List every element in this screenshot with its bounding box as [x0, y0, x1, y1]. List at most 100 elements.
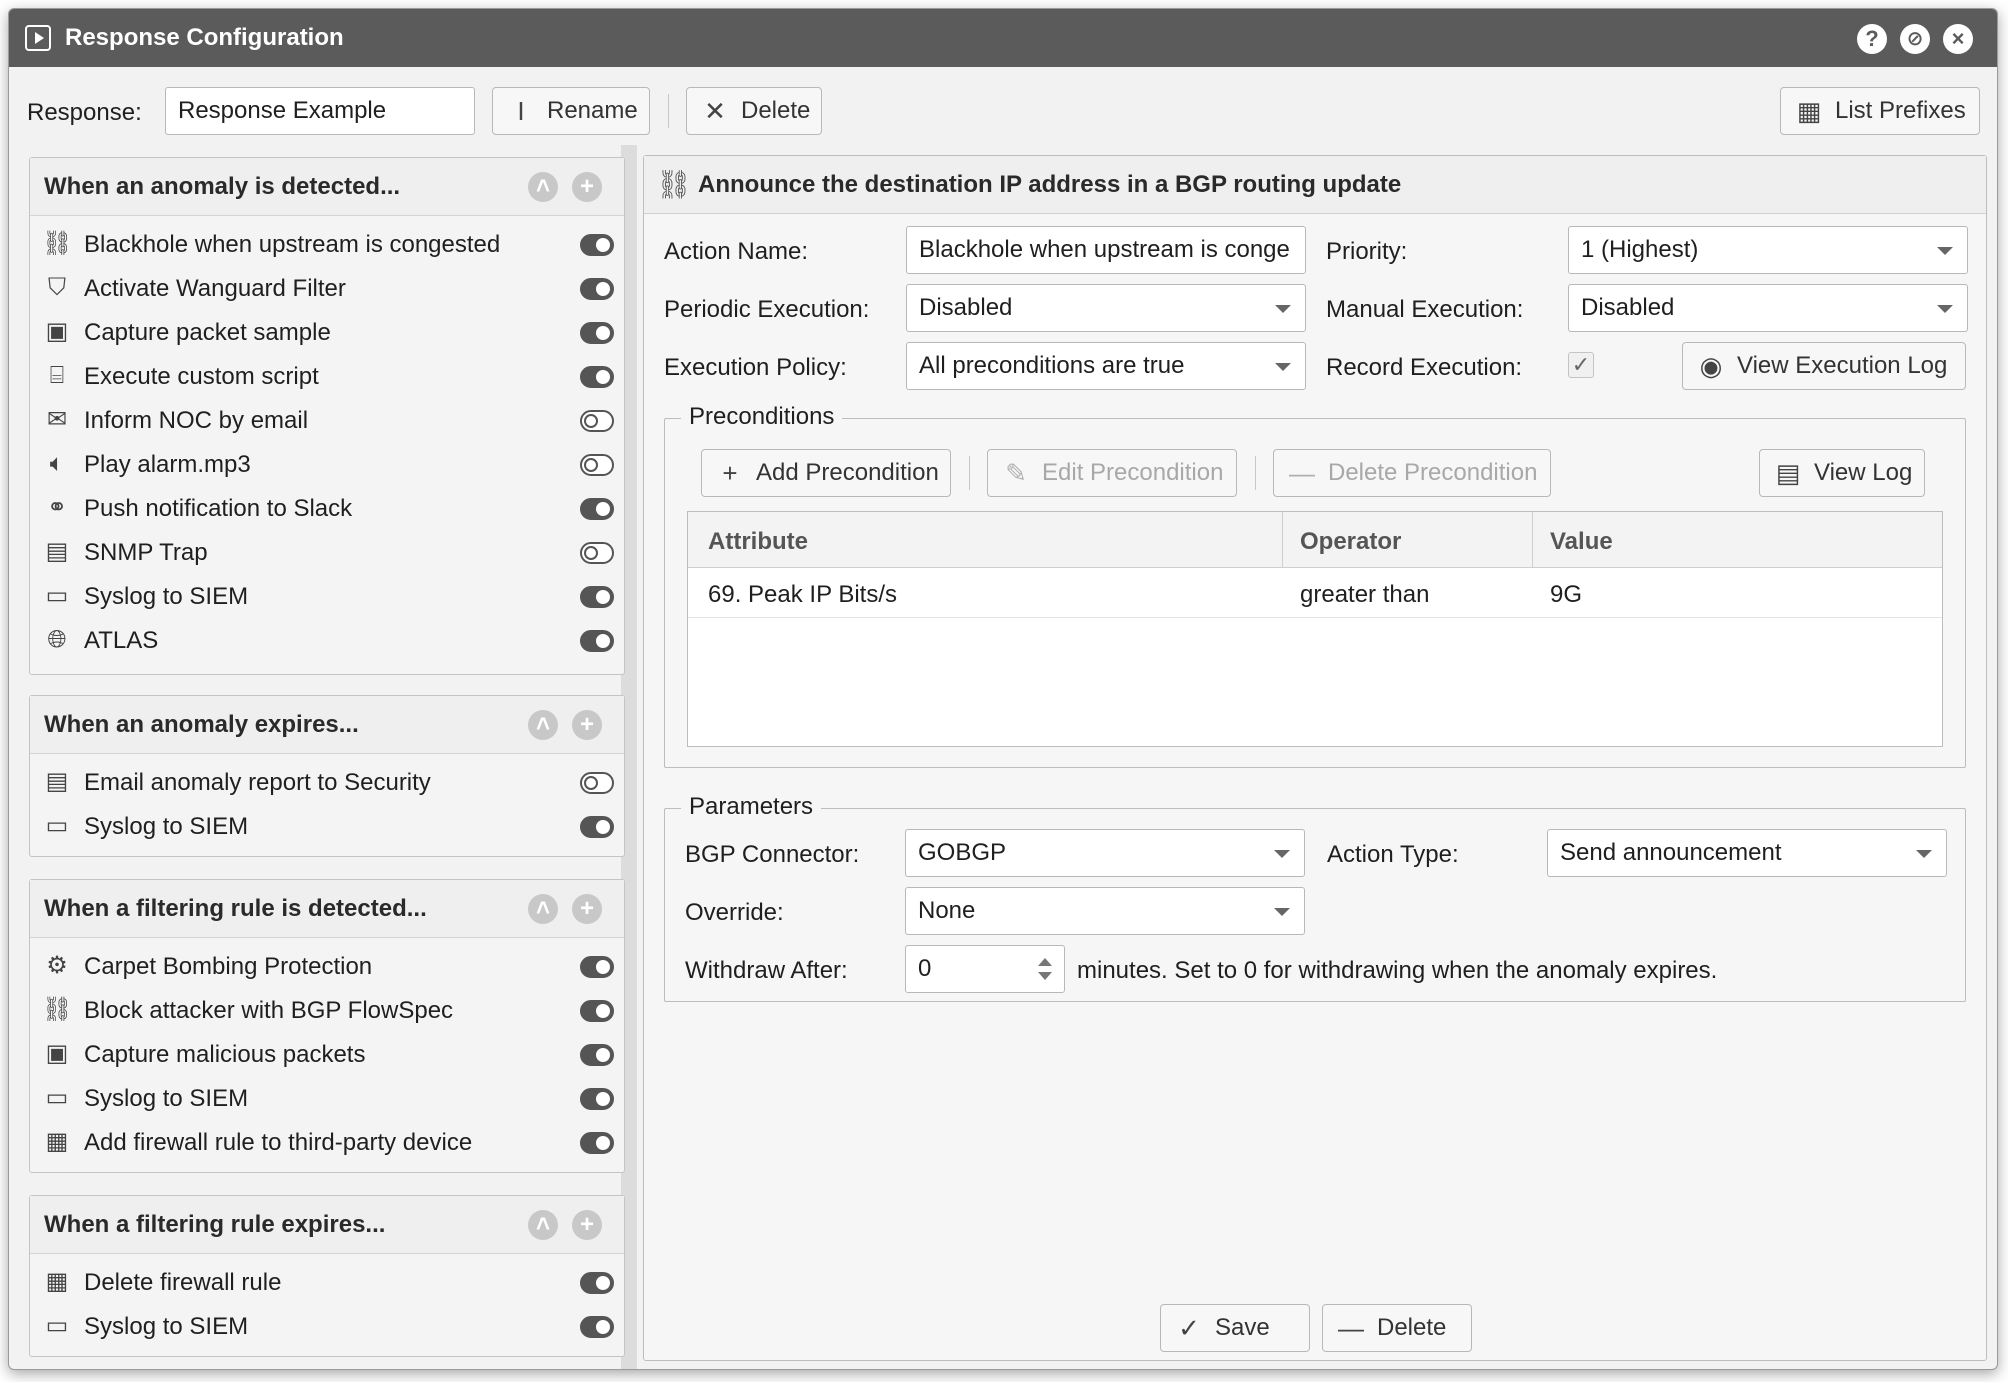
list-prefixes-button[interactable]: ▦ List Prefixes [1780, 87, 1980, 135]
group-header: When a filtering rule expires... ˄ + [30, 1196, 624, 1254]
list-item[interactable]: ⛓ Blackhole when upstream is congested [30, 222, 624, 266]
checkmark-icon: ✓ [1178, 1312, 1200, 1343]
list-item[interactable]: ▭ Syslog to SIEM [30, 804, 624, 848]
enable-toggle[interactable] [580, 366, 614, 388]
cell-value: 9G [1550, 581, 1583, 608]
enable-toggle[interactable] [580, 1088, 614, 1110]
list-item[interactable]: 🌐︎ ATLAS [30, 618, 624, 662]
enable-toggle[interactable] [580, 586, 614, 608]
item-label: Syslog to SIEM [84, 583, 249, 610]
list-item[interactable]: ▭ Syslog to SIEM [30, 1304, 624, 1348]
close-icon[interactable]: × [1943, 24, 1973, 54]
list-item[interactable]: ▣ Capture malicious packets [30, 1032, 624, 1076]
list-item[interactable]: ▤ SNMP Trap [30, 530, 624, 574]
override-label: Override: [685, 899, 784, 926]
view-execution-log-button[interactable]: ◉ View Execution Log [1682, 342, 1966, 390]
action-name-input[interactable]: Blackhole when upstream is conge [906, 226, 1306, 274]
delete-response-button[interactable]: ✕ Delete [686, 87, 822, 135]
manual-execution-label: Manual Execution: [1326, 296, 1524, 323]
list-item[interactable]: ⌸ Execute custom script [30, 354, 624, 398]
withdraw-after-stepper[interactable]: 0 [905, 945, 1065, 993]
enable-toggle[interactable] [580, 322, 614, 344]
minus-icon: — [1289, 457, 1315, 488]
override-select[interactable]: None [905, 887, 1305, 935]
enable-toggle[interactable] [580, 816, 614, 838]
collapse-icon[interactable]: ˄ [528, 1210, 558, 1240]
bgp-connector-select[interactable]: GOBGP [905, 829, 1305, 877]
cell-attribute: 69. Peak IP Bits/s [708, 581, 897, 608]
script-icon: ⌸ [49, 362, 65, 389]
enable-toggle[interactable] [580, 410, 614, 432]
save-button[interactable]: ✓ Save [1160, 1304, 1310, 1352]
enable-toggle[interactable] [580, 956, 614, 978]
list-item[interactable]: ▣ Capture packet sample [30, 310, 624, 354]
add-icon[interactable]: + [572, 172, 602, 202]
enable-toggle[interactable] [580, 1272, 614, 1294]
window-menu-icon[interactable] [25, 25, 51, 51]
column-divider[interactable] [1282, 512, 1283, 568]
priority-select[interactable]: 1 (Highest) [1568, 226, 1968, 274]
add-icon[interactable]: + [572, 1210, 602, 1240]
add-icon[interactable]: + [572, 894, 602, 924]
stepper-down-icon[interactable] [1038, 972, 1052, 980]
view-log-button[interactable]: ▤ View Log [1759, 449, 1925, 497]
enable-toggle[interactable] [580, 454, 614, 476]
collapse-icon[interactable]: ˄ [528, 172, 558, 202]
add-icon[interactable]: + [572, 710, 602, 740]
record-execution-checkbox[interactable]: ✓ [1568, 352, 1594, 378]
firewall-icon: ▦ [45, 1128, 69, 1155]
execution-policy-select[interactable]: All preconditions are true [906, 342, 1306, 390]
enable-toggle[interactable] [580, 234, 614, 256]
action-type-select[interactable]: Send announcement [1547, 829, 1947, 877]
rename-button[interactable]: I Rename [492, 87, 650, 135]
list-item[interactable]: ▭ Syslog to SIEM [30, 574, 624, 618]
help-icon[interactable]: ? [1857, 24, 1887, 54]
enable-toggle[interactable] [580, 1132, 614, 1154]
delete-action-label: Delete [1377, 1314, 1447, 1341]
periodic-execution-select[interactable]: Disabled [906, 284, 1306, 332]
list-item[interactable]: ✉ Inform NOC by email [30, 398, 624, 442]
item-label: Syslog to SIEM [84, 1313, 249, 1340]
column-header-attribute[interactable]: Attribute [708, 528, 808, 556]
list-item[interactable]: 🔈︎ Play alarm.mp3 [30, 442, 624, 486]
enable-toggle[interactable] [580, 278, 614, 300]
toolbar: Response: Response Example I Rename ✕ De… [9, 67, 1997, 143]
preconditions-fieldset: Preconditions + Add Precondition ✎ Edit … [664, 403, 1966, 768]
add-precondition-button[interactable]: + Add Precondition [701, 449, 951, 497]
group-anomaly-detected: When an anomaly is detected... ˄ + ⛓ Blac… [29, 157, 625, 675]
list-item[interactable]: ⛉ Activate Wanguard Filter [30, 266, 624, 310]
column-header-value[interactable]: Value [1550, 528, 1613, 556]
item-label: Capture malicious packets [84, 1041, 366, 1068]
column-header-operator[interactable]: Operator [1300, 528, 1401, 556]
list-item[interactable]: ⛓ Block attacker with BGP FlowSpec [30, 988, 624, 1032]
response-name-input[interactable]: Response Example [165, 87, 475, 135]
list-item[interactable]: ▦ Delete firewall rule [30, 1260, 624, 1304]
withdraw-after-value: 0 [918, 955, 932, 982]
enable-toggle[interactable] [580, 630, 614, 652]
enable-toggle[interactable] [580, 1044, 614, 1066]
delete-action-button[interactable]: — Delete [1322, 1304, 1472, 1352]
enable-toggle[interactable] [580, 1000, 614, 1022]
item-label: Play alarm.mp3 [84, 451, 251, 478]
list-item[interactable]: ▦ Add firewall rule to third-party device [30, 1120, 624, 1164]
collapse-icon[interactable]: ˄ [528, 894, 558, 924]
delete-precondition-button[interactable]: — Delete Precondition [1273, 449, 1551, 497]
manual-execution-select[interactable]: Disabled [1568, 284, 1968, 332]
edit-precondition-button[interactable]: ✎ Edit Precondition [987, 449, 1237, 497]
enable-toggle[interactable] [580, 772, 614, 794]
stepper-up-icon[interactable] [1038, 958, 1052, 966]
group-title: When an anomaly expires... [44, 711, 359, 738]
list-item[interactable]: ⚭ Push notification to Slack [30, 486, 624, 530]
list-item[interactable]: ▭ Syslog to SIEM [30, 1076, 624, 1120]
collapse-icon[interactable]: ˄ [528, 710, 558, 740]
enable-toggle[interactable] [580, 542, 614, 564]
list-item[interactable]: ⚙ Carpet Bombing Protection [30, 944, 624, 988]
list-item[interactable]: ▤ Email anomaly report to Security [30, 760, 624, 804]
enable-toggle[interactable] [580, 1316, 614, 1338]
action-type-label: Action Type: [1327, 841, 1459, 868]
enable-toggle[interactable] [580, 498, 614, 520]
maximize-icon[interactable]: ⊘ [1900, 24, 1930, 54]
item-label: Email anomaly report to Security [84, 769, 431, 796]
table-row[interactable]: 69. Peak IP Bits/s greater than 9G [688, 568, 1942, 618]
column-divider[interactable] [1532, 512, 1533, 568]
